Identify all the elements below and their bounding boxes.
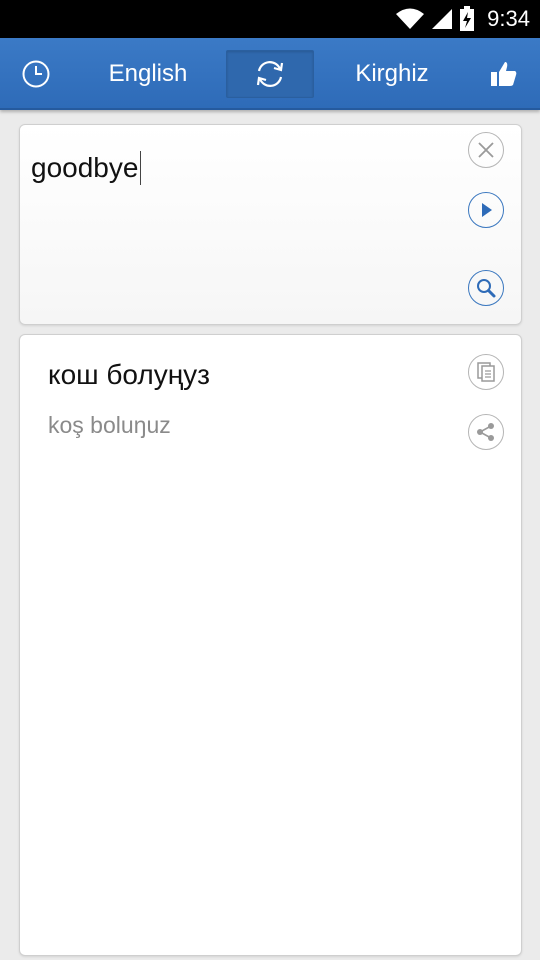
source-text-value: goodbye <box>31 152 139 183</box>
battery-charging-icon <box>460 6 475 31</box>
source-text-input[interactable]: goodbye <box>31 151 142 185</box>
toolbar: English Kirghiz <box>0 38 540 110</box>
status-bar: 9:34 <box>0 0 540 38</box>
source-language-button[interactable]: English <box>78 38 218 110</box>
search-button[interactable] <box>468 270 504 306</box>
status-time: 9:34 <box>487 6 530 31</box>
wifi-icon <box>396 8 425 29</box>
signal-icon <box>432 9 453 29</box>
transliteration-text: koş boluŋuz <box>48 412 171 438</box>
swap-arrows-icon <box>256 61 284 87</box>
target-language-button[interactable]: Kirghiz <box>322 38 462 110</box>
copy-icon <box>477 362 495 382</box>
text-caret <box>140 151 142 185</box>
history-button[interactable] <box>0 38 72 110</box>
speak-source-button[interactable] <box>468 192 504 228</box>
like-button[interactable] <box>468 38 540 110</box>
copy-button[interactable] <box>468 354 504 390</box>
share-icon <box>477 423 494 441</box>
input-panel: goodbye <box>19 124 522 325</box>
translation-text: кош болуңуз <box>48 359 211 390</box>
output-panel: кош болуңуз koş boluŋuz <box>19 334 522 956</box>
thumbs-up-icon <box>491 62 517 86</box>
play-icon <box>482 203 492 217</box>
clock-icon <box>22 60 50 88</box>
clear-icon <box>478 142 494 158</box>
clear-button[interactable] <box>468 132 504 168</box>
search-icon <box>477 279 496 298</box>
swap-languages-button[interactable] <box>226 50 314 98</box>
share-button[interactable] <box>468 414 504 450</box>
